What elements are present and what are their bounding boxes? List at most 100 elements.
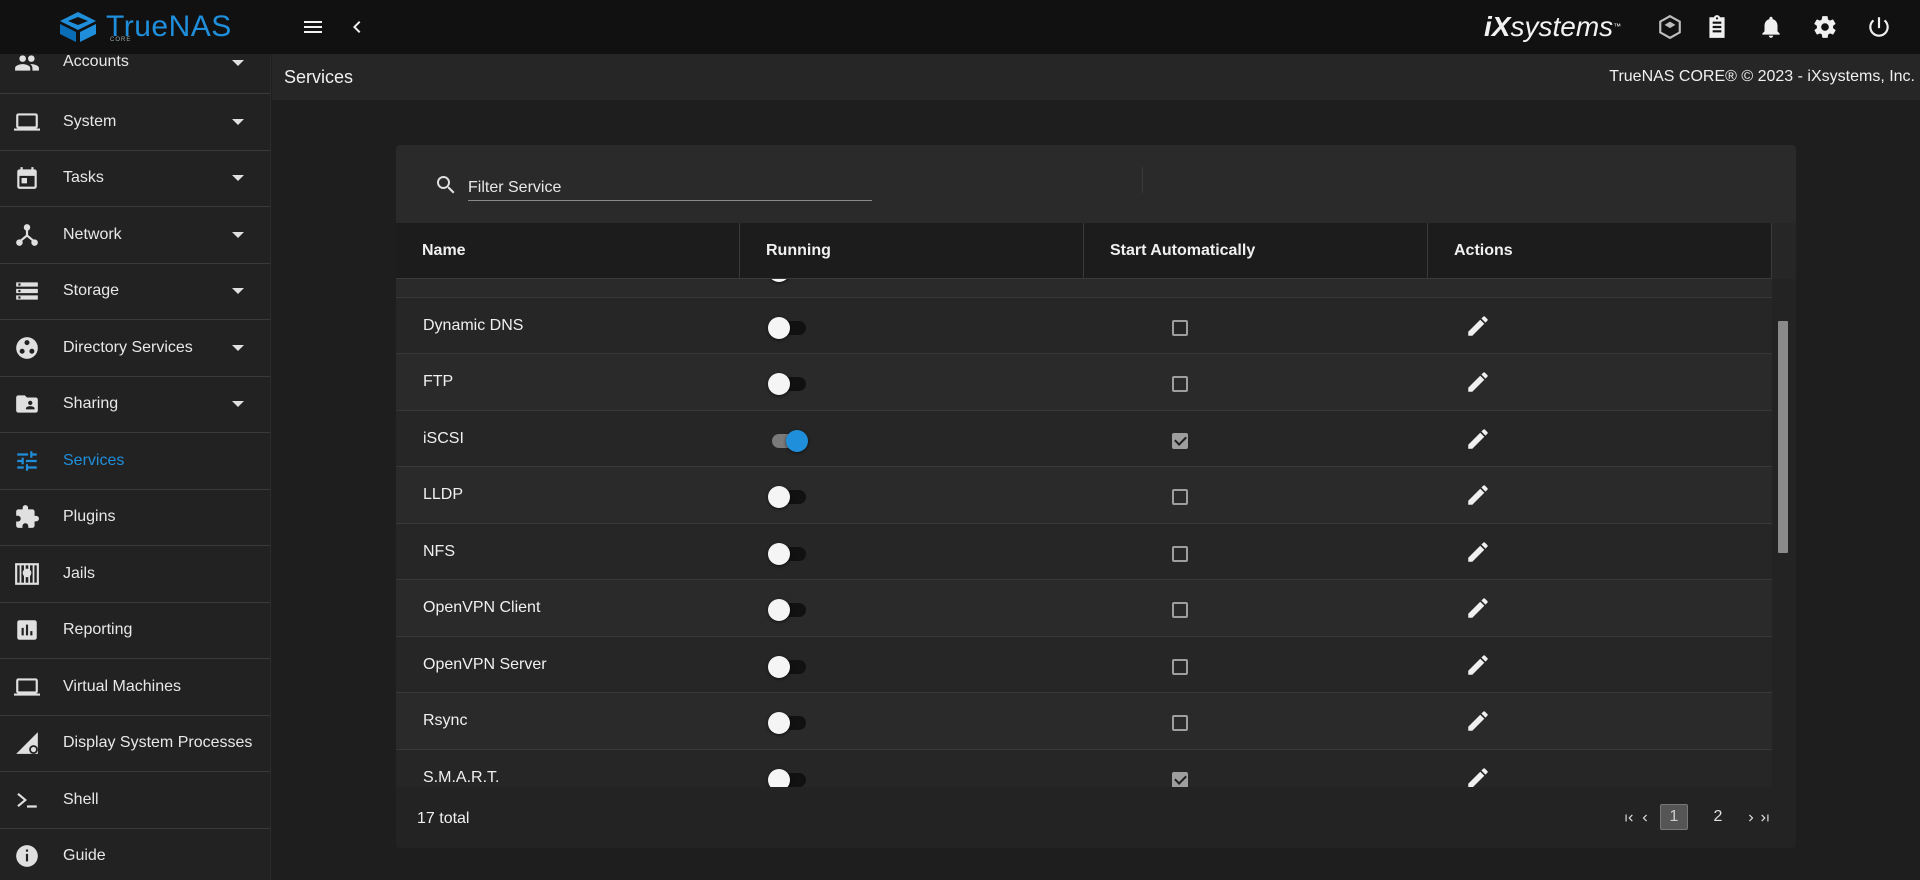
table-row: LLDP bbox=[396, 467, 1772, 524]
edit-icon[interactable] bbox=[1465, 279, 1491, 282]
truecommand-button[interactable] bbox=[1655, 12, 1685, 42]
ixsystems-logo[interactable]: iXsystems™ bbox=[1484, 10, 1621, 44]
filter-bar bbox=[396, 145, 1796, 223]
column-running[interactable]: Running bbox=[740, 223, 1084, 279]
jail-icon bbox=[14, 561, 40, 587]
first-page-icon[interactable] bbox=[1622, 811, 1636, 825]
column-name[interactable]: Name bbox=[396, 223, 740, 279]
truenas-logo[interactable]: TrueNAS bbox=[56, 10, 232, 44]
services-table-body: Dynamic DNS FTP iSCSI LLDP NFS OpenVPN Client… bbox=[396, 279, 1772, 787]
start-automatically-checkbox[interactable] bbox=[1172, 771, 1188, 787]
chevron-down-icon[interactable] bbox=[232, 175, 244, 182]
console-icon bbox=[14, 787, 40, 813]
sidebar-item-label: Guide bbox=[63, 847, 106, 865]
start-automatically-checkbox[interactable] bbox=[1172, 658, 1188, 675]
sidebar-item-label: Storage bbox=[63, 282, 120, 300]
running-toggle[interactable] bbox=[768, 655, 808, 678]
running-toggle[interactable] bbox=[768, 316, 808, 339]
page-2-button[interactable]: 2 bbox=[1704, 804, 1732, 830]
edit-icon[interactable] bbox=[1465, 708, 1491, 734]
edit-icon[interactable] bbox=[1465, 369, 1491, 395]
chart-icon bbox=[14, 617, 40, 643]
power-button[interactable] bbox=[1864, 12, 1894, 42]
running-toggle[interactable] bbox=[768, 429, 808, 452]
running-toggle[interactable] bbox=[768, 768, 808, 787]
copyright-text: TrueNAS CORE® © 2023 - iXsystems, Inc. bbox=[1609, 68, 1915, 85]
prev-page-icon[interactable] bbox=[1638, 811, 1652, 825]
chevron-down-icon[interactable] bbox=[232, 344, 244, 351]
laptop-icon bbox=[14, 674, 40, 700]
accounts-icon bbox=[14, 54, 40, 76]
edit-icon[interactable] bbox=[1465, 652, 1491, 678]
running-toggle[interactable] bbox=[768, 598, 808, 621]
edit-icon[interactable] bbox=[1465, 595, 1491, 621]
edit-icon[interactable] bbox=[1465, 482, 1491, 508]
last-page-icon[interactable] bbox=[1758, 811, 1772, 825]
sidebar-item-guide[interactable]: Guide bbox=[0, 829, 270, 880]
service-name: OpenVPN Client bbox=[423, 599, 541, 616]
start-automatically-checkbox[interactable] bbox=[1172, 432, 1188, 449]
start-automatically-checkbox[interactable] bbox=[1172, 319, 1188, 336]
running-toggle[interactable] bbox=[768, 711, 808, 734]
sidebar-item-network[interactable]: Network bbox=[0, 207, 270, 264]
edit-icon[interactable] bbox=[1465, 765, 1491, 788]
scrollbar-thumb[interactable] bbox=[1778, 321, 1788, 553]
start-automatically-checkbox[interactable] bbox=[1172, 545, 1188, 562]
table-row: NFS bbox=[396, 523, 1772, 580]
chevron-down-icon[interactable] bbox=[232, 401, 244, 408]
task-manager-button[interactable] bbox=[1702, 12, 1732, 42]
tune-icon bbox=[14, 448, 40, 474]
edit-icon[interactable] bbox=[1465, 539, 1491, 565]
next-page-icon[interactable] bbox=[1744, 811, 1758, 825]
start-automatically-checkbox[interactable] bbox=[1172, 376, 1188, 392]
sidebar-item-display-system-processes[interactable]: Display System Processes bbox=[0, 716, 270, 772]
start-automatically-checkbox[interactable] bbox=[1172, 489, 1188, 505]
sidebar-item-jails[interactable]: Jails bbox=[0, 546, 270, 603]
settings-button[interactable] bbox=[1810, 12, 1840, 42]
truenas-logo-mark-icon bbox=[60, 12, 96, 42]
sidebar-item-reporting[interactable]: Reporting bbox=[0, 603, 270, 659]
sidebar-item-label: Sharing bbox=[63, 395, 119, 413]
sidebar-item-system[interactable]: System bbox=[0, 94, 270, 151]
table-footer: 17 total 1 2 bbox=[396, 789, 1796, 848]
sidebar-item-label: Services bbox=[63, 451, 125, 469]
start-automatically-checkbox[interactable] bbox=[1172, 602, 1188, 618]
sidebar-item-label: Shell bbox=[63, 790, 99, 808]
sidebar-item-plugins[interactable]: Plugins bbox=[0, 490, 270, 546]
sidebar-item-virtual-machines[interactable]: Virtual Machines bbox=[0, 659, 270, 716]
table-row: Rsync bbox=[396, 693, 1772, 750]
sidebar-item-tasks[interactable]: Tasks bbox=[0, 151, 270, 207]
service-name: OpenVPN Server bbox=[423, 655, 547, 673]
sidebar-item-sharing[interactable]: Sharing bbox=[0, 377, 270, 433]
alerts-button[interactable] bbox=[1756, 12, 1786, 42]
running-toggle[interactable] bbox=[768, 372, 808, 395]
chevron-down-icon[interactable] bbox=[232, 60, 244, 66]
info-icon bbox=[14, 843, 40, 869]
chevron-down-icon[interactable] bbox=[232, 231, 244, 238]
folder-share-icon bbox=[14, 391, 40, 417]
filter-service-input[interactable] bbox=[468, 175, 872, 201]
sidebar-nav: Accounts System Tasks Network Storage Directo… bbox=[0, 54, 271, 880]
menu-toggle-button[interactable] bbox=[298, 12, 328, 42]
start-automatically-checkbox[interactable] bbox=[1172, 715, 1188, 731]
chevron-down-icon[interactable] bbox=[232, 118, 244, 125]
chevron-down-icon[interactable] bbox=[232, 288, 244, 295]
sidebar-item-services[interactable]: Services bbox=[0, 433, 270, 490]
sidebar-item-directory-services[interactable]: Directory Services bbox=[0, 320, 270, 377]
sidebar-item-accounts[interactable]: Accounts bbox=[0, 54, 270, 94]
sidebar-item-label: Display System Processes bbox=[63, 734, 253, 752]
collapse-button[interactable] bbox=[342, 12, 372, 42]
edit-icon[interactable] bbox=[1465, 426, 1491, 452]
chevron-left-icon bbox=[353, 21, 361, 33]
page-1-button[interactable]: 1 bbox=[1660, 804, 1688, 830]
sidebar-item-shell[interactable]: Shell bbox=[0, 772, 270, 829]
edit-icon[interactable] bbox=[1465, 313, 1491, 339]
sidebar-item-label: Plugins bbox=[63, 508, 116, 526]
sidebar-item-storage[interactable]: Storage bbox=[0, 264, 270, 320]
column-start-automatically[interactable]: Start Automatically bbox=[1084, 223, 1428, 279]
table-row: Dynamic DNS bbox=[396, 297, 1772, 354]
running-toggle[interactable] bbox=[768, 485, 808, 508]
laptop-icon bbox=[14, 109, 40, 135]
running-toggle[interactable] bbox=[768, 542, 808, 565]
clipboard-icon bbox=[1709, 15, 1725, 38]
